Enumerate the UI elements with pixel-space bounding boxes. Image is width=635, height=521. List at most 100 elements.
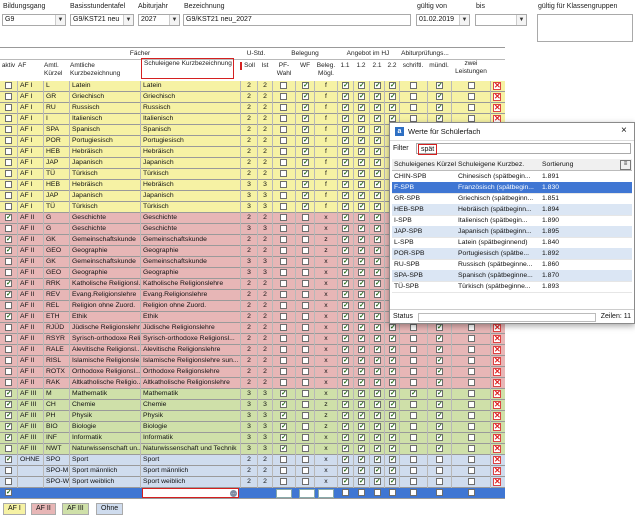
pf-wahl-checkbox[interactable] [280, 115, 287, 122]
zwei-leistungen-checkbox[interactable] [468, 467, 475, 474]
soll-cell[interactable]: 2 [242, 147, 256, 157]
hj-checkbox[interactable]: ✓ [389, 434, 396, 441]
af-cell[interactable]: AF I [20, 114, 43, 124]
hj-checkbox[interactable]: ✓ [374, 137, 381, 144]
hj-checkbox[interactable]: ✓ [358, 192, 365, 199]
hj-checkbox[interactable]: ✓ [342, 137, 349, 144]
amtl-kuerzel-cell[interactable]: RAK [46, 378, 69, 388]
delete-icon[interactable]: ✕ [493, 324, 501, 332]
wf-checkbox[interactable] [302, 412, 309, 419]
ist-cell[interactable]: 2 [258, 125, 272, 135]
pf-wahl-checkbox[interactable] [280, 159, 287, 166]
amtl-bezeichnung-cell[interactable]: Biologie [72, 422, 140, 432]
hj-checkbox[interactable]: ✓ [374, 379, 381, 386]
aktiv-checkbox[interactable]: ✓ [5, 456, 12, 463]
hj-checkbox[interactable]: ✓ [358, 236, 365, 243]
hj-checkbox[interactable]: ✓ [374, 291, 381, 298]
gueltig-von-input[interactable]: 01.02.2019 ▼ [416, 14, 470, 26]
soll-cell[interactable]: 3 [242, 191, 256, 201]
beleg-moegl-cell[interactable]: x [316, 433, 336, 443]
beleg-moegl-cell[interactable]: f [316, 202, 336, 212]
aktiv-checkbox[interactable] [5, 225, 12, 232]
hj-checkbox[interactable]: ✓ [358, 368, 365, 375]
schuleigene-bezeichnung-cell[interactable]: Japanisch [143, 191, 239, 201]
amtl-kuerzel-cell[interactable]: BIO [46, 422, 69, 432]
schuleigene-bezeichnung-cell[interactable]: Sport weiblich [143, 477, 239, 487]
hj-checkbox[interactable]: ✓ [374, 324, 381, 331]
soll-cell[interactable]: 3 [242, 433, 256, 443]
ist-cell[interactable]: 3 [258, 224, 272, 234]
hj-checkbox[interactable]: ✓ [342, 280, 349, 287]
aktiv-checkbox[interactable] [5, 335, 12, 342]
hj-checkbox[interactable]: ✓ [342, 269, 349, 276]
wf-checkbox[interactable]: ✓ [302, 137, 309, 144]
amtl-kuerzel-cell[interactable]: M [46, 389, 69, 399]
schuleigene-bezeichnung-cell[interactable]: Spanisch [143, 125, 239, 135]
soll-cell[interactable]: 3 [242, 268, 256, 278]
soll-cell[interactable]: 2 [242, 158, 256, 168]
zwei-leistungen-checkbox[interactable] [468, 346, 475, 353]
wf-checkbox[interactable] [302, 225, 309, 232]
aktiv-checkbox[interactable]: ✓ [5, 280, 12, 287]
zwei-leistungen-checkbox[interactable] [468, 115, 475, 122]
hj-checkbox[interactable]: ✓ [342, 390, 349, 397]
af-cell[interactable]: AF II [20, 224, 43, 234]
wf-checkbox[interactable] [302, 291, 309, 298]
soll-cell[interactable]: 2 [242, 92, 256, 102]
pf-wahl-checkbox[interactable] [280, 181, 287, 188]
amtl-kuerzel-cell[interactable]: GEO [46, 268, 69, 278]
amtl-bezeichnung-cell[interactable]: Gemeinschaftskunde [72, 235, 140, 245]
delete-icon[interactable]: ✕ [493, 467, 501, 475]
beleg-moegl-cell[interactable]: x [316, 301, 336, 311]
amtl-bezeichnung-cell[interactable]: Italienisch [72, 114, 140, 124]
schuleigene-bezeichnung-cell[interactable]: Latein [143, 81, 239, 91]
beleg-moegl-cell[interactable]: x [316, 279, 336, 289]
col-beleg-moegl[interactable]: Beleg. Mögl. [315, 62, 337, 78]
pf-wahl-checkbox[interactable] [280, 137, 287, 144]
hj-checkbox[interactable]: ✓ [342, 126, 349, 133]
hj-checkbox[interactable]: ✓ [358, 82, 365, 89]
schuleigene-bezeichnung-cell[interactable]: Geographie [143, 268, 239, 278]
ist-cell[interactable]: 2 [258, 312, 272, 322]
beleg-moegl-cell[interactable]: f [316, 81, 336, 91]
schuleigene-bezeichnung-cell[interactable]: Mathematik [143, 389, 239, 399]
soll-cell[interactable]: 2 [242, 246, 256, 256]
muendlich-checkbox[interactable]: ✓ [436, 434, 443, 441]
af-cell[interactable]: AF II [20, 213, 43, 223]
schriftlich-checkbox[interactable] [410, 335, 417, 342]
soll-cell[interactable]: 3 [242, 257, 256, 267]
ist-cell[interactable]: 2 [258, 477, 272, 487]
ist-cell[interactable]: 2 [258, 169, 272, 179]
zwei-leistungen-checkbox[interactable] [468, 478, 475, 485]
ist-cell[interactable]: 2 [258, 378, 272, 388]
schuleigene-bezeichnung-cell[interactable]: Geschichte [143, 224, 239, 234]
schuleigene-bezeichnung-cell[interactable]: Sport [143, 455, 239, 465]
zwei-leistungen-checkbox[interactable] [468, 335, 475, 342]
beleg-moegl-cell[interactable]: f [316, 92, 336, 102]
beleg-moegl-cell[interactable]: x [316, 312, 336, 322]
wf-checkbox[interactable]: ✓ [302, 181, 309, 188]
aktiv-checkbox[interactable] [5, 82, 12, 89]
beleg-moegl-cell[interactable]: z [316, 422, 336, 432]
chevron-down-icon[interactable]: ▼ [459, 15, 469, 25]
af-cell[interactable]: AF II [20, 345, 43, 355]
amtl-kuerzel-cell[interactable]: G [46, 224, 69, 234]
amtl-bezeichnung-cell[interactable]: Jüdische Religionslehre [72, 323, 140, 333]
amtl-kuerzel-cell[interactable]: GK [46, 257, 69, 267]
amtl-kuerzel-cell[interactable]: ETH [46, 312, 69, 322]
hj-checkbox[interactable]: ✓ [374, 390, 381, 397]
aktiv-checkbox[interactable] [5, 478, 12, 485]
muendlich-checkbox[interactable]: ✓ [436, 335, 443, 342]
aktiv-checkbox[interactable] [5, 379, 12, 386]
hj-checkbox[interactable]: ✓ [342, 159, 349, 166]
schuleigene-bezeichnung-cell[interactable]: Geographie [143, 246, 239, 256]
aktiv-checkbox[interactable]: ✓ [5, 434, 12, 441]
pf-wahl-checkbox[interactable] [280, 170, 287, 177]
hj-checkbox[interactable]: ✓ [342, 115, 349, 122]
delete-icon[interactable]: ✕ [493, 478, 501, 486]
wf-checkbox[interactable] [302, 313, 309, 320]
wf-checkbox[interactable] [302, 324, 309, 331]
aktiv-checkbox[interactable]: ✓ [5, 291, 12, 298]
soll-cell[interactable]: 3 [242, 389, 256, 399]
hj-checkbox[interactable]: ✓ [358, 379, 365, 386]
